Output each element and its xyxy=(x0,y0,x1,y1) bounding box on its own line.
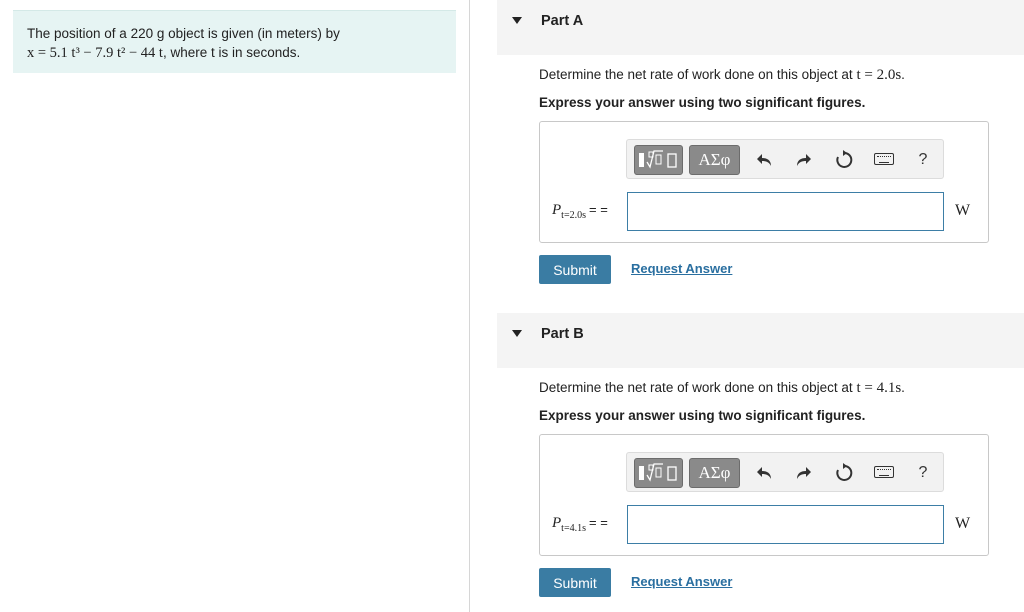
part-a-request-answer-link[interactable]: Request Answer xyxy=(631,261,732,276)
part-a-submit-button[interactable]: Submit xyxy=(539,255,611,284)
collapse-triangle-icon[interactable] xyxy=(512,17,522,24)
reset-icon[interactable] xyxy=(832,148,856,172)
collapse-triangle-icon[interactable] xyxy=(512,330,522,337)
panel-divider xyxy=(469,0,470,612)
part-b-equals: = = xyxy=(588,515,608,530)
math-toolbar: ΑΣφ ? xyxy=(626,139,944,179)
help-icon[interactable]: ? xyxy=(911,461,935,485)
part-b-question-end: . xyxy=(901,380,905,395)
part-a-variable-label: Pt=2.0s = = xyxy=(552,202,608,221)
keyboard-icon[interactable] xyxy=(874,466,894,478)
redo-icon[interactable] xyxy=(791,461,815,485)
part-b-question-time: t = 4.1s xyxy=(856,380,902,396)
position-equation: x = 5.1 t³ − 7.9 t² − 44 t xyxy=(27,45,163,61)
part-b-request-answer-link[interactable]: Request Answer xyxy=(631,574,732,589)
templates-icon xyxy=(638,150,677,169)
part-a-unit: W xyxy=(955,202,971,219)
undo-icon[interactable] xyxy=(753,461,777,485)
part-b-answer-box: ΑΣφ ? Pt=4.1s = = W xyxy=(539,434,989,556)
reset-icon[interactable] xyxy=(832,461,856,485)
part-b-submit-button[interactable]: Submit xyxy=(539,568,611,597)
help-icon[interactable]: ? xyxy=(911,148,935,172)
part-b-unit: W xyxy=(955,515,971,532)
part-a-instruction: Express your answer using two significan… xyxy=(539,95,866,110)
part-b-var: P xyxy=(552,515,562,531)
problem-line-1: The position of a 220 g object is given … xyxy=(27,26,340,41)
part-a-question-time: t = 2.0s xyxy=(856,67,902,83)
templates-icon xyxy=(638,463,677,482)
part-a-answer-input[interactable] xyxy=(627,192,944,231)
greek-symbols-button[interactable]: ΑΣφ xyxy=(689,145,740,175)
part-a-title: Part A xyxy=(541,13,584,29)
problem-line-2-suffix: , where t is in seconds. xyxy=(162,45,301,60)
greek-symbols-button[interactable]: ΑΣφ xyxy=(689,458,740,488)
part-a-equals: = = xyxy=(588,202,608,217)
part-a-question: Determine the net rate of work done on t… xyxy=(539,67,905,84)
part-b-question: Determine the net rate of work done on t… xyxy=(539,380,905,397)
redo-icon[interactable] xyxy=(791,148,815,172)
math-toolbar: ΑΣφ ? xyxy=(626,452,944,492)
part-a-question-end: . xyxy=(901,67,905,82)
part-a-header[interactable]: Part A xyxy=(497,0,1024,55)
undo-icon[interactable] xyxy=(753,148,777,172)
part-a-question-text: Determine the net rate of work done on t… xyxy=(539,67,857,82)
part-a-answer-box: ΑΣφ ? Pt=2.0s = = W xyxy=(539,121,989,243)
part-a-var-subscript: t=2.0s xyxy=(561,210,586,221)
part-b-title: Part B xyxy=(541,326,584,342)
part-b-var-subscript: t=4.1s xyxy=(561,523,586,534)
problem-statement: The position of a 220 g object is given … xyxy=(13,10,456,73)
keyboard-icon[interactable] xyxy=(874,153,894,165)
part-b-header[interactable]: Part B xyxy=(497,313,1024,368)
part-b-question-text: Determine the net rate of work done on t… xyxy=(539,380,857,395)
templates-button[interactable] xyxy=(634,145,683,175)
part-b-answer-input[interactable] xyxy=(627,505,944,544)
templates-button[interactable] xyxy=(634,458,683,488)
part-b-instruction: Express your answer using two significan… xyxy=(539,408,866,423)
part-a-var: P xyxy=(552,202,562,218)
problem-line-2: x = 5.1 t³ − 7.9 t² − 44 t, where t is i… xyxy=(27,43,456,63)
part-b-variable-label: Pt=4.1s = = xyxy=(552,515,608,534)
